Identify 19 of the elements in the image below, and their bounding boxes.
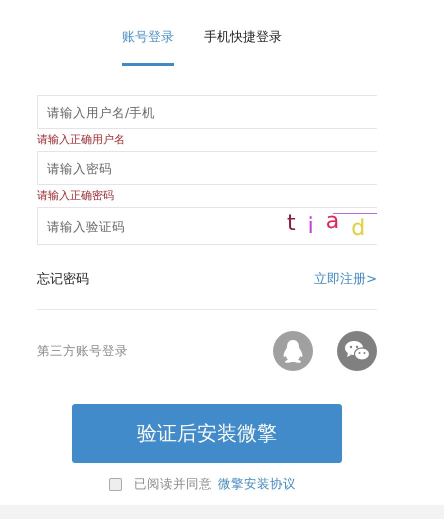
error-message: 请输入正确用户名 [37,132,126,148]
agreement-link[interactable]: 微擎安装协议 [218,476,296,493]
captcha-letter[interactable]: a [326,208,340,234]
register-link[interactable]: 立即注册> [314,270,377,288]
submit-button[interactable]: 验证后安装微擎 [72,404,342,463]
tab[interactable]: 手机快捷登录 [204,28,282,66]
checkbox[interactable] [109,478,122,491]
captcha-letter[interactable]: t [287,210,296,236]
agreement-text: 已阅读并同意 [134,476,212,493]
input-field[interactable]: 请输入用户名/手机 [37,95,377,129]
input-field[interactable]: 请输入密码 [37,151,377,185]
penguin-icon[interactable] [273,331,313,371]
chat-bubbles-icon[interactable] [337,331,377,371]
third-party-label: 第三方账号登录 [37,342,128,360]
tab[interactable]: 账号登录 [122,28,174,66]
forgot-password-link[interactable]: 忘记密码 [37,270,89,288]
error-message: 请输入正确密码 [37,188,115,204]
captcha-noise-line [333,213,377,214]
captcha-letter[interactable]: i [308,214,314,238]
